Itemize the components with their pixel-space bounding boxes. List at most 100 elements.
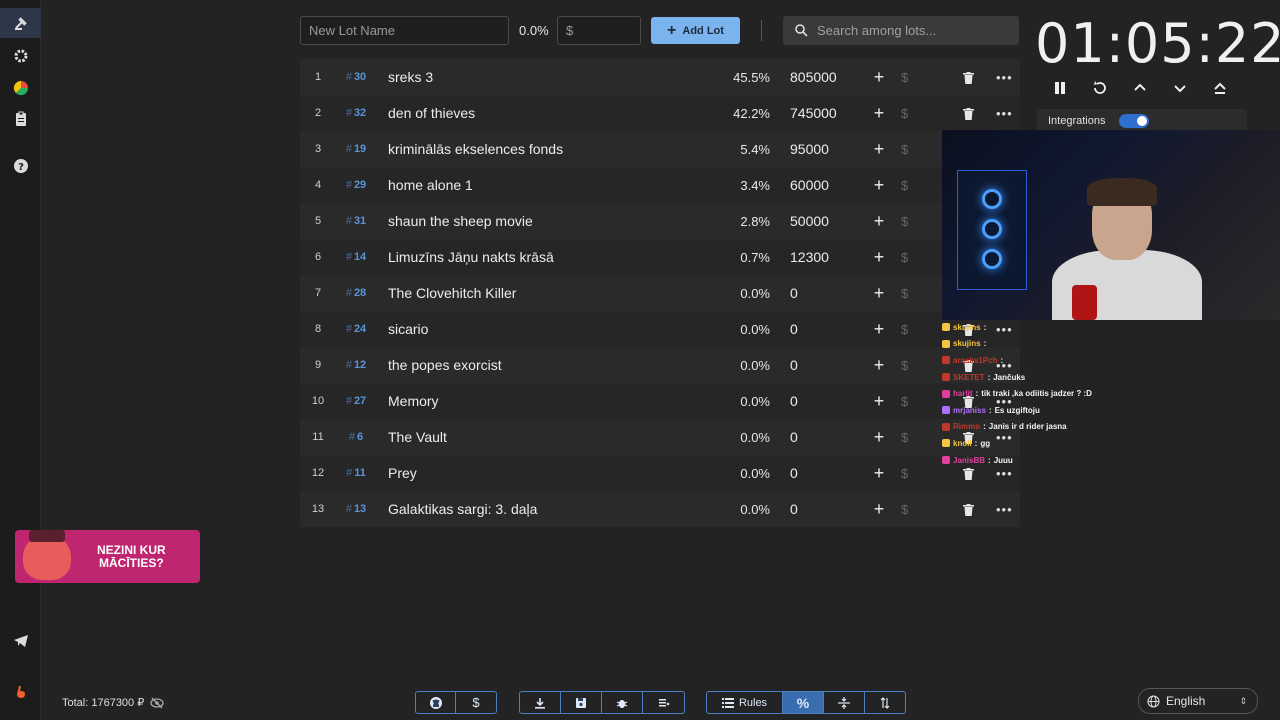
lot-name[interactable]: Memory xyxy=(388,393,439,409)
promo-banner[interactable]: NEZINI KUR MĀCĪTIES? xyxy=(15,529,200,583)
trash-icon[interactable] xyxy=(963,71,974,89)
add-amount-icon[interactable]: + xyxy=(872,211,886,232)
restart-icon[interactable] xyxy=(1090,78,1110,98)
add-amount-icon[interactable]: + xyxy=(872,283,886,304)
dollar-icon[interactable]: $ xyxy=(901,70,908,85)
lot-id[interactable]: #14 xyxy=(340,251,372,263)
dollar-icon[interactable]: $ xyxy=(901,250,908,265)
add-amount-icon[interactable]: + xyxy=(872,67,886,88)
clipboard-icon[interactable] xyxy=(0,104,41,134)
dollar-icon[interactable]: $ xyxy=(456,692,496,713)
eye-off-icon[interactable] xyxy=(150,697,164,709)
dollar-icon[interactable]: $ xyxy=(901,466,908,481)
lot-amount[interactable]: 0 xyxy=(790,465,798,481)
dollar-icon[interactable]: $ xyxy=(901,142,908,157)
add-amount-icon[interactable]: + xyxy=(872,103,886,124)
add-amount-icon[interactable]: + xyxy=(872,139,886,160)
download-icon[interactable] xyxy=(520,692,561,713)
save-icon[interactable] xyxy=(561,692,602,713)
lot-name[interactable]: sreks 3 xyxy=(388,69,433,85)
lot-amount[interactable]: 0 xyxy=(790,429,798,445)
pause-icon[interactable] xyxy=(1050,78,1070,98)
dollar-icon[interactable]: $ xyxy=(901,106,908,121)
search-input[interactable] xyxy=(817,23,1007,38)
lot-id[interactable]: #28 xyxy=(340,287,372,299)
add-lot-button[interactable]: + Add Lot xyxy=(651,17,740,44)
integrations-toggle[interactable] xyxy=(1119,114,1150,128)
lot-id[interactable]: #31 xyxy=(340,215,372,227)
lot-amount[interactable]: 12300 xyxy=(790,249,829,265)
lot-name[interactable]: sicario xyxy=(388,321,428,337)
dollar-icon[interactable]: $ xyxy=(901,286,908,301)
lot-id[interactable]: #29 xyxy=(340,179,372,191)
lot-amount[interactable]: 0 xyxy=(790,285,798,301)
lot-name[interactable]: kriminālās ekselences fonds xyxy=(388,141,563,157)
lot-amount[interactable]: 95000 xyxy=(790,141,829,157)
lot-name[interactable]: shaun the sheep movie xyxy=(388,213,533,229)
lot-amount[interactable]: 50000 xyxy=(790,213,829,229)
lot-amount[interactable]: 0 xyxy=(790,501,798,517)
lot-amount[interactable]: 805000 xyxy=(790,69,837,85)
telegram-icon[interactable] xyxy=(0,626,41,656)
chevron-up-icon[interactable] xyxy=(1130,78,1150,98)
gear-icon[interactable] xyxy=(0,41,41,71)
dollar-icon[interactable]: $ xyxy=(901,394,908,409)
lot-id[interactable]: #30 xyxy=(340,71,372,83)
more-options-icon[interactable]: ••• xyxy=(996,106,1013,121)
dollar-icon[interactable]: $ xyxy=(901,214,908,229)
sort-icon[interactable] xyxy=(865,692,905,713)
dollar-icon[interactable]: $ xyxy=(901,178,908,193)
clear-list-icon[interactable] xyxy=(643,692,684,713)
more-options-icon[interactable]: ••• xyxy=(996,70,1013,85)
add-amount-icon[interactable]: + xyxy=(872,247,886,268)
add-amount-icon[interactable]: + xyxy=(872,175,886,196)
lot-id[interactable]: #11 xyxy=(340,467,372,479)
new-lot-amount-input[interactable] xyxy=(557,16,641,45)
dollar-icon[interactable]: $ xyxy=(901,430,908,445)
lot-name[interactable]: den of thieves xyxy=(388,105,475,121)
boosty-icon[interactable] xyxy=(0,677,41,707)
rules-button[interactable]: Rules xyxy=(707,692,783,713)
lot-name[interactable]: The Vault xyxy=(388,429,447,445)
percent-icon[interactable]: % xyxy=(783,692,824,713)
dollar-icon[interactable]: $ xyxy=(901,358,908,373)
search-box[interactable] xyxy=(783,16,1019,45)
help-icon[interactable]: ? xyxy=(0,151,41,181)
lot-id[interactable]: #32 xyxy=(340,107,372,119)
bug-icon[interactable] xyxy=(602,692,643,713)
lot-name[interactable]: Limuzīns Jāņu nakts krāsā xyxy=(388,249,554,265)
trash-icon[interactable] xyxy=(963,503,974,521)
pie-chart-icon[interactable] xyxy=(0,73,41,103)
lot-name[interactable]: The Clovehitch Killer xyxy=(388,285,516,301)
language-select[interactable]: English ⇕ xyxy=(1138,688,1258,714)
chevron-down-icon[interactable] xyxy=(1170,78,1190,98)
lot-id[interactable]: #19 xyxy=(340,143,372,155)
auction-icon[interactable] xyxy=(0,8,41,38)
lot-id[interactable]: #6 xyxy=(340,431,372,443)
lot-amount[interactable]: 0 xyxy=(790,393,798,409)
lot-amount[interactable]: 0 xyxy=(790,357,798,373)
add-amount-icon[interactable]: + xyxy=(872,427,886,448)
add-amount-icon[interactable]: + xyxy=(872,319,886,340)
dollar-icon[interactable]: $ xyxy=(901,502,908,517)
add-amount-icon[interactable]: + xyxy=(872,391,886,412)
trash-icon[interactable] xyxy=(963,107,974,125)
eject-icon[interactable] xyxy=(1210,78,1230,98)
lot-amount[interactable]: 60000 xyxy=(790,177,829,193)
lot-name[interactable]: the popes exorcist xyxy=(388,357,502,373)
more-options-icon[interactable]: ••• xyxy=(996,502,1013,517)
new-lot-name-input[interactable] xyxy=(300,16,509,45)
github-icon[interactable] xyxy=(416,692,456,713)
lot-id[interactable]: #13 xyxy=(340,503,372,515)
lot-name[interactable]: Galaktikas sargi: 3. daļa xyxy=(388,501,537,517)
dollar-icon[interactable]: $ xyxy=(901,322,908,337)
add-amount-icon[interactable]: + xyxy=(872,355,886,376)
lot-amount[interactable]: 745000 xyxy=(790,105,837,121)
trash-icon[interactable] xyxy=(963,467,974,485)
lot-id[interactable]: #24 xyxy=(340,323,372,335)
lot-id[interactable]: #12 xyxy=(340,359,372,371)
add-amount-icon[interactable]: + xyxy=(872,499,886,520)
compress-icon[interactable] xyxy=(824,692,865,713)
lot-name[interactable]: home alone 1 xyxy=(388,177,473,193)
lot-amount[interactable]: 0 xyxy=(790,321,798,337)
